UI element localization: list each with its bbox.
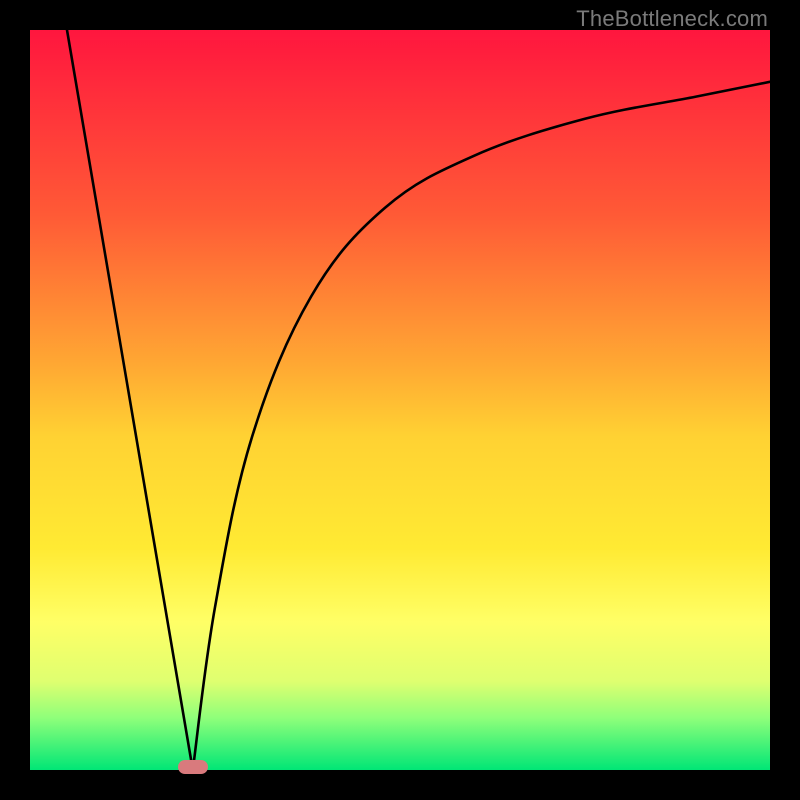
left-diagonal-line: [67, 30, 193, 770]
watermark-text: TheBottleneck.com: [576, 6, 768, 32]
right-curve-line: [193, 82, 770, 770]
chart-container: TheBottleneck.com: [0, 0, 800, 800]
plot-area: [30, 30, 770, 770]
chart-lines: [30, 30, 770, 770]
bottleneck-marker: [178, 760, 208, 774]
